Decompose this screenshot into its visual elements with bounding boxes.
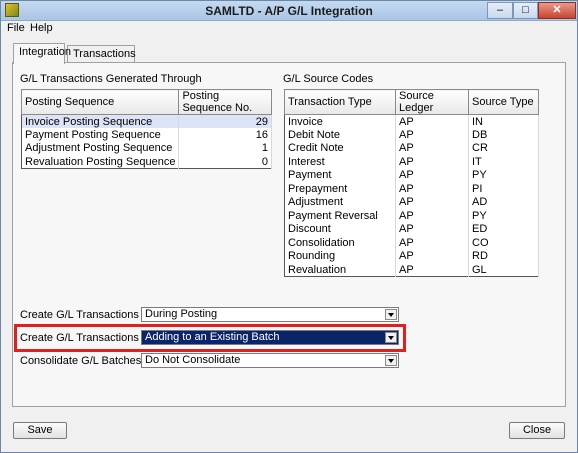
table-row[interactable]: Revaluation Posting Sequence 0 <box>21 155 272 169</box>
chevron-down-icon[interactable] <box>385 355 397 366</box>
create-gl-transactions-select[interactable]: During Posting <box>141 307 399 322</box>
posting-sequence-table[interactable]: Posting Sequence Posting Sequence No. In… <box>20 89 272 169</box>
source-type: ED <box>468 222 539 236</box>
source-type: CO <box>468 236 539 250</box>
table-row[interactable]: Invoice AP IN <box>284 114 539 128</box>
close-window-button[interactable]: ✕ <box>538 2 576 19</box>
source-ledger: AP <box>395 209 469 223</box>
menu-help[interactable]: Help <box>30 22 53 34</box>
source-ledger: AP <box>395 249 469 263</box>
table-row[interactable]: Consolidation AP CO <box>284 236 539 250</box>
table-row[interactable]: Revaluation AP GL <box>284 263 539 277</box>
menu-file[interactable]: File <box>7 22 25 34</box>
create-gl-transactions-by-label: Create G/L Transactions By <box>20 332 155 344</box>
source-type: IN <box>468 114 539 128</box>
table-row[interactable]: Credit Note AP CR <box>284 141 539 155</box>
table-row[interactable]: Payment AP PY <box>284 168 539 182</box>
source-ledger: AP <box>395 195 469 209</box>
source-codes-table[interactable]: Transaction Type Source Ledger Source Ty… <box>284 89 539 277</box>
table-row[interactable]: Debit Note AP DB <box>284 128 539 142</box>
app-window: SAMLTD - A/P G/L Integration – □ ✕ File … <box>0 0 578 453</box>
chevron-down-icon[interactable] <box>385 332 397 343</box>
table-row[interactable]: Discount AP ED <box>284 222 539 236</box>
row-value: 1 <box>178 141 272 155</box>
create-gl-transactions-by-select[interactable]: Adding to an Existing Batch <box>141 330 399 345</box>
close-button[interactable]: Close <box>509 422 565 439</box>
consolidate-gl-batches-label: Consolidate G/L Batches <box>20 355 142 367</box>
transaction-type: Adjustment <box>284 195 396 209</box>
row-name: Revaluation Posting Sequence <box>21 155 180 169</box>
column-header-source-ledger[interactable]: Source Ledger <box>395 89 469 115</box>
row-name: Payment Posting Sequence <box>21 128 180 142</box>
source-type: RD <box>468 249 539 263</box>
gl-transactions-heading: G/L Transactions Generated Through <box>20 73 202 85</box>
transaction-type: Payment Reversal <box>284 209 396 223</box>
source-type: CR <box>468 141 539 155</box>
consolidate-gl-batches-select[interactable]: Do Not Consolidate <box>141 353 399 368</box>
source-type: DB <box>468 128 539 142</box>
create-gl-transactions-label: Create G/L Transactions <box>20 309 139 321</box>
source-ledger: AP <box>395 222 469 236</box>
column-header-transaction-type[interactable]: Transaction Type <box>284 89 396 115</box>
column-header-posting-sequence[interactable]: Posting Sequence <box>20 89 180 115</box>
source-ledger: AP <box>395 263 469 277</box>
row-name: Invoice Posting Sequence <box>21 114 180 128</box>
column-header-source-type[interactable]: Source Type <box>468 89 539 115</box>
transaction-type: Prepayment <box>284 182 396 196</box>
maximize-button[interactable]: □ <box>513 2 538 19</box>
consolidate-gl-batches-value: Do Not Consolidate <box>145 354 241 366</box>
tab-integration[interactable]: Integration <box>13 43 71 64</box>
menu-bar: File Help <box>1 22 577 36</box>
source-type: PY <box>468 168 539 182</box>
create-gl-transactions-value: During Posting <box>145 308 218 320</box>
source-ledger: AP <box>395 141 469 155</box>
transaction-type: Consolidation <box>284 236 396 250</box>
transaction-type: Credit Note <box>284 141 396 155</box>
minimize-button[interactable]: – <box>487 2 513 19</box>
source-type: AD <box>468 195 539 209</box>
table-row[interactable]: Payment Posting Sequence 16 <box>21 128 272 142</box>
title-bar: SAMLTD - A/P G/L Integration – □ ✕ <box>1 1 577 21</box>
transaction-type: Rounding <box>284 249 396 263</box>
transaction-type: Interest <box>284 155 396 169</box>
source-type: PI <box>468 182 539 196</box>
table-row[interactable]: Prepayment AP PI <box>284 182 539 196</box>
save-button[interactable]: Save <box>13 422 67 439</box>
source-codes-heading: G/L Source Codes <box>283 73 374 85</box>
source-ledger: AP <box>395 114 469 128</box>
table-row[interactable]: Rounding AP RD <box>284 249 539 263</box>
table-row[interactable]: Invoice Posting Sequence 29 <box>21 114 272 128</box>
create-gl-transactions-by-value: Adding to an Existing Batch <box>145 331 280 343</box>
tab-transactions[interactable]: Transactions <box>67 45 136 63</box>
transaction-type: Invoice <box>284 114 396 128</box>
source-type: IT <box>468 155 539 169</box>
row-value: 29 <box>178 114 272 128</box>
source-ledger: AP <box>395 236 469 250</box>
source-ledger: AP <box>395 168 469 182</box>
column-header-posting-sequence-no[interactable]: Posting Sequence No. <box>178 89 272 115</box>
table-row[interactable]: Adjustment AP AD <box>284 195 539 209</box>
source-type: PY <box>468 209 539 223</box>
transaction-type: Debit Note <box>284 128 396 142</box>
row-value: 16 <box>178 128 272 142</box>
transaction-type: Discount <box>284 222 396 236</box>
table-row[interactable]: Payment Reversal AP PY <box>284 209 539 223</box>
table-row[interactable]: Adjustment Posting Sequence 1 <box>21 141 272 155</box>
transaction-type: Payment <box>284 168 396 182</box>
row-name: Adjustment Posting Sequence <box>21 141 180 155</box>
table-row[interactable]: Interest AP IT <box>284 155 539 169</box>
source-ledger: AP <box>395 155 469 169</box>
source-ledger: AP <box>395 128 469 142</box>
source-type: GL <box>468 263 539 277</box>
source-ledger: AP <box>395 182 469 196</box>
transaction-type: Revaluation <box>284 263 396 277</box>
chevron-down-icon[interactable] <box>385 309 397 320</box>
row-value: 0 <box>178 155 272 169</box>
